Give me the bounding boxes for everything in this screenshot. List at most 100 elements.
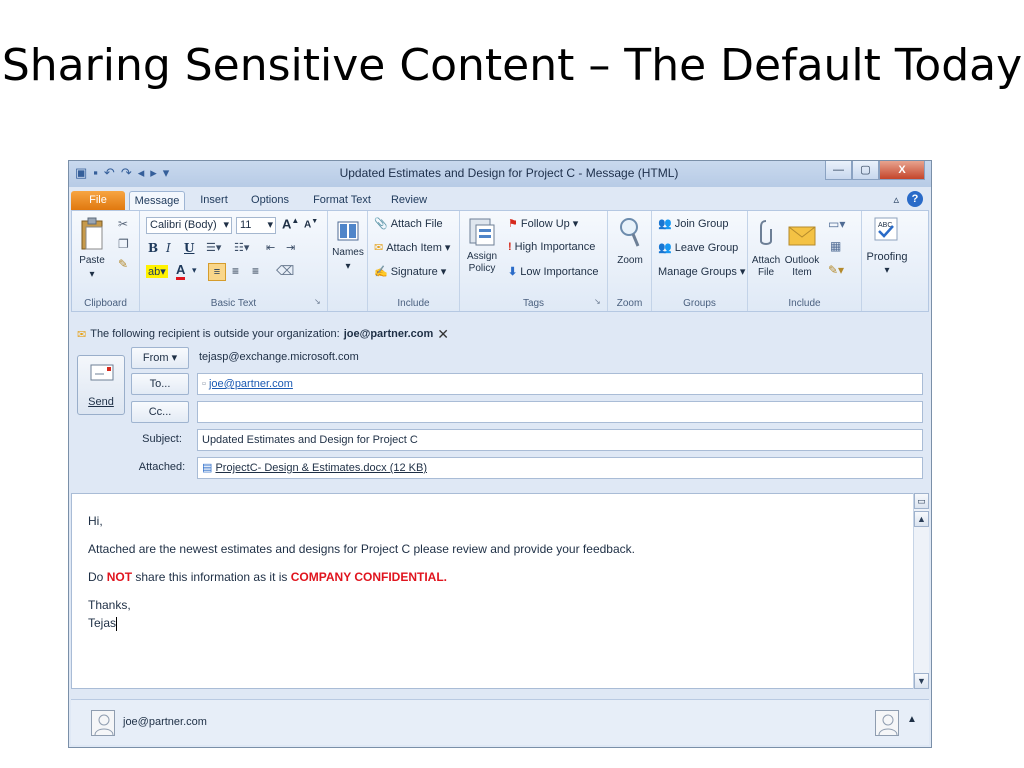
- assign-policy-label[interactable]: Assign Policy: [460, 251, 504, 275]
- grow-font-icon[interactable]: A▲: [282, 216, 299, 231]
- magnifier-icon[interactable]: [618, 217, 642, 249]
- signature-button[interactable]: ✍ Signature ▾: [374, 265, 447, 279]
- attachment-field[interactable]: ▤ ProjectC- Design & Estimates.docx (12 …: [197, 457, 923, 479]
- bold-icon[interactable]: B: [148, 241, 158, 255]
- attach-file-large-icon[interactable]: [758, 219, 774, 249]
- basic-text-launcher-icon[interactable]: ↘: [314, 297, 321, 306]
- send-button[interactable]: Send: [77, 355, 125, 415]
- font-size-dropdown-icon[interactable]: ▾: [267, 218, 273, 233]
- paste-label[interactable]: Paste: [74, 255, 110, 267]
- signature-dropdown-icon: ▾: [440, 266, 447, 278]
- low-importance-button[interactable]: ⬇ Low Importance: [508, 265, 598, 279]
- zoom-button-label[interactable]: Zoom: [608, 255, 652, 267]
- attachment-link[interactable]: ProjectC- Design & Estimates.docx (12 KB…: [215, 462, 427, 474]
- group-include-2: Attach File Outlook Item ▭▾ ▦ ✎▾ Include: [748, 211, 862, 311]
- zoom-group-label: Zoom: [616, 298, 643, 309]
- attach-item-button[interactable]: ✉ Attach Item ▾: [374, 241, 450, 255]
- font-name-combo[interactable]: Calibri (Body) ▾: [146, 217, 232, 234]
- underline-icon[interactable]: U: [184, 241, 194, 255]
- flag-icon: ⚑: [508, 218, 518, 230]
- subject-field[interactable]: Updated Estimates and Design for Project…: [197, 429, 923, 451]
- business-card-icon[interactable]: ▭▾: [828, 217, 845, 231]
- font-name-value: Calibri (Body): [150, 219, 217, 231]
- window-controls: — ▢ X: [825, 161, 925, 180]
- from-button[interactable]: From ▾: [131, 347, 189, 369]
- shrink-font-icon[interactable]: A▼: [304, 218, 318, 230]
- proofing-label[interactable]: Proofing: [862, 251, 912, 263]
- numbering-icon[interactable]: ☷▾: [234, 241, 249, 254]
- tab-options[interactable]: Options: [245, 191, 295, 210]
- proofing-dropdown-icon[interactable]: ▾: [862, 265, 912, 277]
- increase-indent-icon[interactable]: ⇥: [286, 241, 295, 254]
- decrease-indent-icon[interactable]: ⇤: [266, 241, 275, 254]
- body-scrollbar[interactable]: ▭ ▲ ▼: [913, 493, 929, 689]
- save-icon[interactable]: ▪: [93, 165, 98, 181]
- external-recipient-infobar: ✉ The following recipient is outside you…: [71, 323, 929, 345]
- tab-insert[interactable]: Insert: [193, 191, 235, 210]
- ruler-toggle-icon[interactable]: ▭: [914, 493, 929, 509]
- font-size-combo[interactable]: 11 ▾: [236, 217, 276, 234]
- cc-button[interactable]: Cc...: [131, 401, 189, 423]
- names-dropdown-icon[interactable]: ▾: [328, 261, 368, 273]
- people-pane-contact[interactable]: joe@partner.com: [123, 716, 207, 728]
- follow-up-label: Follow Up: [520, 217, 570, 230]
- join-group-button[interactable]: 👥 Join Group: [658, 217, 729, 231]
- spelling-icon[interactable]: ABC: [874, 217, 898, 241]
- tab-review[interactable]: Review: [385, 191, 433, 210]
- previous-icon[interactable]: ◂: [138, 165, 145, 181]
- assign-policy-icon[interactable]: [468, 217, 496, 247]
- scroll-down-icon[interactable]: ▼: [914, 673, 929, 689]
- align-left-icon[interactable]: ≡: [208, 263, 226, 281]
- tab-message[interactable]: Message: [129, 191, 185, 210]
- address-book-icon[interactable]: [336, 219, 360, 243]
- copy-icon[interactable]: ❐: [118, 237, 129, 251]
- outlook-app-icon: ▣: [75, 165, 88, 180]
- cc-field[interactable]: [197, 401, 923, 423]
- signature-small-icon[interactable]: ✎▾: [828, 263, 844, 277]
- high-importance-button[interactable]: ! High Importance: [508, 241, 595, 253]
- font-name-dropdown-icon[interactable]: ▾: [223, 218, 229, 233]
- tags-launcher-icon[interactable]: ↘: [594, 297, 601, 306]
- undo-icon[interactable]: ↶: [104, 165, 115, 181]
- attach-file-large-label[interactable]: Attach File: [748, 255, 784, 279]
- cut-icon[interactable]: ✂: [118, 217, 128, 231]
- clear-formatting-icon[interactable]: ⌫: [276, 263, 294, 279]
- manage-groups-button[interactable]: Manage Groups ▾: [658, 265, 745, 279]
- italic-icon[interactable]: I: [166, 241, 171, 255]
- format-painter-icon[interactable]: ✎: [118, 257, 128, 271]
- align-right-icon[interactable]: ≡: [252, 264, 259, 278]
- names-label[interactable]: Names: [328, 247, 368, 259]
- outlook-item-label[interactable]: Outlook Item: [782, 255, 822, 279]
- to-recipient[interactable]: joe@partner.com: [209, 378, 293, 390]
- calendar-icon[interactable]: ▦: [830, 239, 841, 253]
- people-pane-avatar-right[interactable]: [875, 710, 899, 736]
- align-center-icon[interactable]: ≡: [232, 264, 239, 278]
- paste-icon[interactable]: [80, 217, 106, 251]
- contact-avatar[interactable]: [91, 710, 115, 736]
- maximize-button[interactable]: ▢: [852, 161, 879, 180]
- tab-file[interactable]: File: [71, 191, 125, 210]
- paste-dropdown-icon[interactable]: ▾: [74, 269, 110, 281]
- outlook-item-icon[interactable]: [788, 221, 818, 247]
- tab-format-text[interactable]: Format Text: [307, 191, 377, 210]
- minimize-button[interactable]: —: [825, 161, 852, 180]
- to-field[interactable]: ▫ joe@partner.com: [197, 373, 923, 395]
- bullets-icon[interactable]: ☰▾: [206, 241, 221, 254]
- follow-up-button[interactable]: ⚑ Follow Up ▾: [508, 217, 578, 231]
- redo-icon[interactable]: ↷: [121, 165, 132, 181]
- leave-group-button[interactable]: 👥 Leave Group: [658, 241, 738, 255]
- close-button[interactable]: X: [879, 161, 925, 180]
- message-body[interactable]: Hi, Attached are the newest estimates an…: [71, 493, 929, 689]
- font-color-icon[interactable]: A: [176, 263, 186, 280]
- highlight-icon[interactable]: ab▾: [146, 265, 168, 278]
- minimize-ribbon-icon[interactable]: ▵: [893, 193, 899, 206]
- to-button[interactable]: To...: [131, 373, 189, 395]
- help-icon[interactable]: ?: [907, 191, 923, 207]
- scroll-up-icon[interactable]: ▲: [914, 511, 929, 527]
- dismiss-infobar-icon[interactable]: ✕: [437, 326, 449, 343]
- font-color-dropdown-icon[interactable]: ▾: [192, 265, 197, 276]
- next-icon[interactable]: ▸: [150, 165, 157, 181]
- people-pane-expand-icon[interactable]: ▲: [907, 714, 917, 725]
- customize-qat-icon[interactable]: ▾: [163, 165, 170, 181]
- attach-file-button[interactable]: 📎 Attach File: [374, 217, 443, 231]
